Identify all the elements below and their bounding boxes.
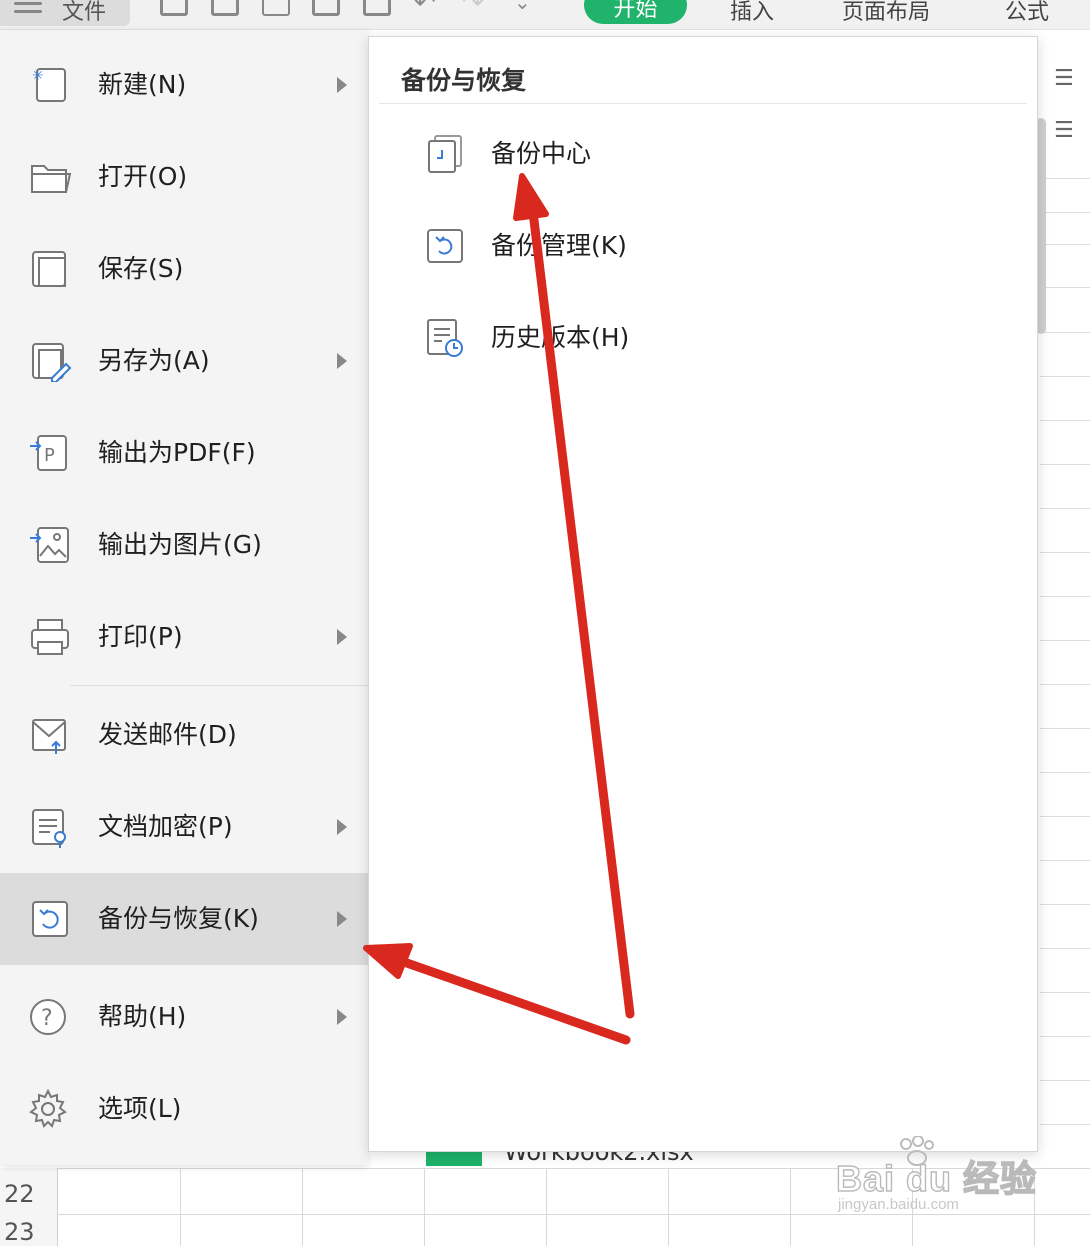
menu-item-label: 打开(O) bbox=[98, 162, 188, 191]
row-number[interactable]: 22 bbox=[4, 1180, 35, 1208]
menu-item-label: 文档加密(P) bbox=[98, 812, 233, 841]
chevron-right-icon bbox=[337, 77, 347, 93]
help-icon: ? bbox=[30, 999, 66, 1035]
print-preview-icon[interactable] bbox=[363, 0, 391, 16]
save-as-icon bbox=[32, 343, 72, 382]
menu-item-new[interactable]: ✳ 新建(N) bbox=[0, 39, 368, 131]
backup-submenu-panel: 备份与恢复 备份中心 备份管理(K) 历史版本(H) bbox=[368, 36, 1038, 1152]
menu-item-label: 输出为图片(G) bbox=[98, 530, 262, 559]
save-icon bbox=[32, 251, 66, 287]
baidu-watermark: Bai du 经验 jingyan.baidu.com bbox=[835, 1136, 1076, 1226]
export-pdf-icon: P bbox=[30, 435, 67, 471]
menu-item-save-as[interactable]: 另存为(A) bbox=[0, 315, 368, 407]
tab-start-label: 开始 bbox=[613, 0, 658, 22]
menu-item-export-pdf[interactable]: P 输出为PDF(F) bbox=[0, 407, 368, 499]
xlsx-file-icon bbox=[426, 1150, 482, 1166]
chevron-right-icon bbox=[337, 353, 347, 369]
tab-insert[interactable]: 插入 bbox=[730, 0, 774, 26]
print-icon[interactable] bbox=[312, 0, 340, 16]
menu-item-backup-restore[interactable]: 备份与恢复(K) bbox=[0, 873, 368, 965]
menu-item-label: 新建(N) bbox=[98, 70, 187, 99]
pdf-icon[interactable] bbox=[262, 0, 290, 16]
menu-item-open[interactable]: 打开(O) bbox=[0, 131, 368, 223]
gear-icon bbox=[29, 1088, 67, 1128]
submenu-title: 备份与恢复 bbox=[401, 66, 527, 95]
printer-icon bbox=[31, 619, 69, 655]
submenu-item-label: 历史版本(H) bbox=[491, 323, 630, 352]
chevron-right-icon bbox=[337, 1009, 347, 1025]
svg-text:P: P bbox=[44, 445, 55, 466]
menu-item-label: 打印(P) bbox=[98, 622, 183, 651]
menu-item-label: 保存(S) bbox=[98, 254, 184, 283]
submenu-divider bbox=[379, 103, 1027, 104]
menu-item-label: 发送邮件(D) bbox=[98, 720, 237, 749]
watermark-url: jingyan.baidu.com bbox=[838, 1196, 959, 1213]
folder-open-icon bbox=[31, 165, 72, 193]
document-encrypt-icon bbox=[32, 809, 66, 848]
svg-text:?: ? bbox=[41, 1006, 53, 1031]
svg-text:✳: ✳ bbox=[32, 68, 44, 84]
chevron-down-icon[interactable]: ⌄ bbox=[514, 0, 531, 14]
menu-item-send-mail[interactable]: 发送邮件(D) bbox=[0, 689, 368, 781]
menu-item-help[interactable]: ? 帮助(H) bbox=[0, 971, 368, 1063]
top-toolbar: 文件 ↶ ↷ ⌄ 开始 插入 页面布局 公式 bbox=[0, 0, 1090, 30]
menu-item-label: 选项(L) bbox=[98, 1094, 182, 1123]
tab-start[interactable]: 开始 bbox=[584, 0, 687, 24]
open-icon[interactable] bbox=[160, 0, 188, 16]
align-icon-2[interactable]: ☰ bbox=[1054, 118, 1074, 143]
row-number[interactable]: 23 bbox=[4, 1218, 35, 1246]
submenu-item-backup-manage[interactable]: 备份管理(K) bbox=[369, 206, 1037, 286]
menu-item-save[interactable]: 保存(S) bbox=[0, 223, 368, 315]
menu-item-label: 输出为PDF(F) bbox=[98, 438, 256, 467]
menu-item-print[interactable]: 打印(P) bbox=[0, 591, 368, 683]
chevron-right-icon bbox=[337, 911, 347, 927]
menu-item-options[interactable]: 选项(L) bbox=[0, 1063, 368, 1155]
chevron-right-icon bbox=[337, 819, 347, 835]
backup-manage-icon bbox=[427, 229, 463, 263]
new-file-icon: ✳ bbox=[32, 68, 66, 102]
menu-item-label: 另存为(A) bbox=[98, 346, 210, 375]
menu-item-export-image[interactable]: 输出为图片(G) bbox=[0, 499, 368, 591]
redo-icon[interactable]: ↷ bbox=[462, 0, 484, 18]
watermark-text: Bai du 经验 bbox=[835, 1157, 1038, 1199]
submenu-item-label: 备份管理(K) bbox=[491, 231, 627, 260]
menu-divider bbox=[70, 685, 368, 686]
history-version-icon bbox=[427, 319, 463, 357]
backup-restore-icon bbox=[32, 901, 68, 937]
menu-item-label: 帮助(H) bbox=[98, 1002, 187, 1031]
menu-item-label: 备份与恢复(K) bbox=[98, 904, 259, 933]
tab-page-layout[interactable]: 页面布局 bbox=[842, 0, 930, 26]
align-icon[interactable]: ☰ bbox=[1054, 66, 1074, 91]
submenu-item-history-version[interactable]: 历史版本(H) bbox=[369, 298, 1037, 378]
export-image-icon bbox=[30, 527, 69, 563]
file-menu-label: 文件 bbox=[62, 0, 107, 25]
hamburger-icon bbox=[14, 2, 42, 18]
mail-icon bbox=[32, 719, 66, 754]
undo-icon[interactable]: ↶ bbox=[414, 0, 436, 18]
backup-center-icon bbox=[428, 135, 462, 173]
chevron-right-icon bbox=[337, 629, 347, 645]
sheet-grid-right: ☰ ☰ bbox=[1040, 30, 1090, 1170]
menu-item-encrypt[interactable]: 文档加密(P) bbox=[0, 781, 368, 873]
submenu-item-backup-center[interactable]: 备份中心 bbox=[369, 114, 1037, 194]
file-menu-button[interactable]: 文件 bbox=[0, 0, 130, 26]
save-icon[interactable] bbox=[211, 0, 239, 16]
tab-formula[interactable]: 公式 bbox=[1005, 0, 1049, 26]
submenu-item-label: 备份中心 bbox=[491, 139, 592, 168]
